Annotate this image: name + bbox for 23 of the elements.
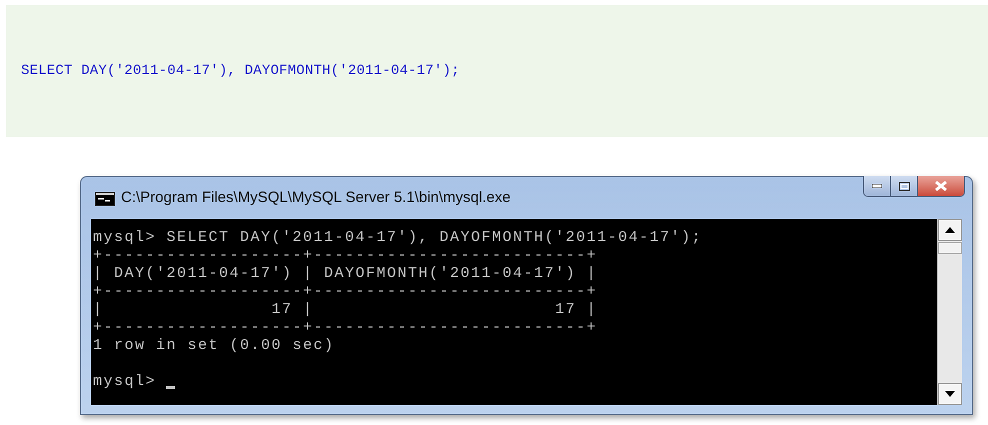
console-icon bbox=[95, 192, 115, 206]
console-line: | 17 | 17 | bbox=[93, 301, 598, 319]
down-arrow-icon bbox=[945, 391, 955, 397]
console-line: +-------------------+--------------------------+ bbox=[93, 319, 598, 337]
close-icon bbox=[935, 181, 947, 191]
maximize-button[interactable] bbox=[891, 176, 918, 196]
scrollbar[interactable] bbox=[937, 219, 962, 405]
window-title: C:\Program Files\MySQL\MySQL Server 5.1\bin\mysql.exe bbox=[121, 188, 511, 208]
code-text: SELECT DAY('2011-04-17'), DAYOFMONTH('2011-04-17'); bbox=[21, 62, 460, 80]
scroll-thumb[interactable] bbox=[938, 242, 962, 254]
up-arrow-icon bbox=[945, 227, 955, 233]
maximize-icon bbox=[898, 182, 910, 190]
console-line: +-------------------+--------------------------+ bbox=[93, 283, 598, 301]
console-line: 1 row in set (0.00 sec) bbox=[93, 337, 335, 355]
console-line: mysql> SELECT DAY('2011-04-17'), DAYOFMONTH('2011-04-17'); bbox=[93, 229, 702, 247]
console-line: +-------------------+--------------------------+ bbox=[93, 247, 598, 265]
scroll-up-button[interactable] bbox=[938, 219, 962, 241]
console-line: mysql> bbox=[93, 373, 156, 391]
close-button[interactable] bbox=[918, 176, 964, 196]
minimize-icon bbox=[872, 184, 882, 188]
scroll-down-button[interactable] bbox=[938, 383, 962, 405]
minimize-button[interactable] bbox=[864, 176, 891, 196]
console-line: | DAY('2011-04-17') | DAYOFMONTH('2011-04-17') | bbox=[93, 265, 598, 283]
